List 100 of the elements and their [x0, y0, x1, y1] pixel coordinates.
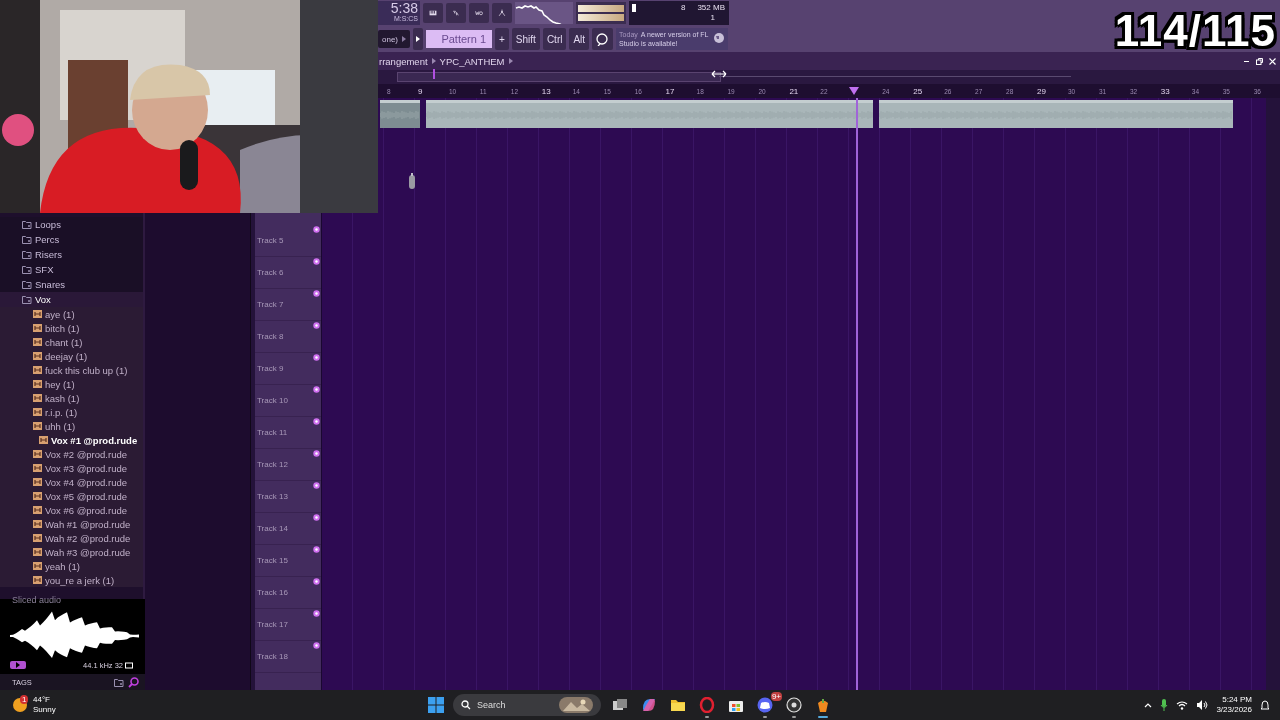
browser-file[interactable]: Vox #2 @prod.rude — [0, 447, 143, 461]
loop-icon — [125, 662, 133, 669]
record-icon[interactable] — [786, 697, 802, 713]
browser-file[interactable]: Vox #5 @prod.rude — [0, 489, 143, 503]
game-controller-icon[interactable] — [757, 697, 773, 713]
pattern-source-button[interactable]: one) — [378, 30, 410, 48]
browser-file[interactable]: aye (1) — [0, 307, 143, 321]
audio-file-icon — [33, 450, 42, 458]
restore-icon[interactable] — [1256, 57, 1263, 65]
breadcrumb-item[interactable]: rrangement — [379, 55, 428, 67]
audio-file-icon — [33, 534, 42, 542]
bell-icon[interactable] — [1260, 699, 1270, 711]
dot-icon[interactable] — [313, 578, 320, 585]
browser-file[interactable]: Wah #2 @prod.rude — [0, 531, 143, 545]
browser-file[interactable]: bitch (1) — [0, 321, 143, 335]
dot-icon[interactable] — [313, 642, 320, 649]
dot-icon[interactable] — [313, 258, 320, 265]
browser-file[interactable]: Vox #1 @prod.rude — [0, 433, 143, 447]
search-icon — [461, 700, 471, 710]
modifier-key-button[interactable]: Shift — [511, 28, 540, 50]
scrollbar[interactable] — [1266, 98, 1280, 690]
search-icon[interactable] — [128, 676, 139, 688]
dot-icon[interactable] — [313, 514, 320, 521]
folder-icon[interactable] — [670, 697, 686, 713]
playhead-marker-icon[interactable] — [849, 86, 860, 95]
browser-file[interactable]: chant (1) — [0, 335, 143, 349]
play-icon — [416, 36, 420, 42]
folder-icon — [22, 235, 32, 244]
browser-folder[interactable]: SFX — [0, 262, 143, 277]
browser-file[interactable]: Vox #6 @prod.rude — [0, 503, 143, 517]
dot-icon[interactable] — [313, 386, 320, 393]
speaker-icon[interactable] — [1196, 700, 1209, 710]
dot-icon[interactable] — [313, 322, 320, 329]
play-pattern-button[interactable] — [413, 28, 423, 50]
audio-clip[interactable] — [380, 100, 420, 128]
browser-folder[interactable]: Risers — [0, 247, 143, 262]
browser-file[interactable]: hey (1) — [0, 377, 143, 391]
dot-icon[interactable] — [313, 450, 320, 457]
browser-file[interactable]: Wah #1 @prod.rude — [0, 517, 143, 531]
breadcrumb-item[interactable]: YPC_ANTHEM — [439, 55, 505, 67]
dot-icon[interactable] — [313, 418, 320, 425]
step-button[interactable] — [446, 3, 466, 23]
browser-file[interactable]: fuck this club up (1) — [0, 363, 143, 377]
audio-file-icon — [33, 464, 42, 472]
modifier-key-button[interactable]: Alt — [569, 28, 590, 50]
audio-file-icon — [33, 324, 42, 332]
chevron-up-icon[interactable] — [1144, 702, 1153, 708]
oscilloscope-drawing — [515, 2, 573, 24]
cpu-readout: 8 — [681, 3, 686, 12]
browser-folder[interactable]: Vox — [0, 292, 143, 307]
clock-date: 3/23/2026 — [1216, 705, 1252, 715]
browser-file[interactable]: kash (1) — [0, 391, 143, 405]
browser-folder[interactable]: Snares — [0, 277, 143, 292]
browser-file[interactable]: you_re a jerk (1) — [0, 573, 143, 587]
audio-clip[interactable] — [879, 100, 1233, 128]
caret-icon — [402, 36, 406, 42]
modifier-key-button[interactable]: Ctrl — [542, 28, 567, 50]
browser-file[interactable]: uhh (1) — [0, 419, 143, 433]
browser-folder[interactable]: Percs — [0, 232, 143, 247]
audio-clip[interactable] — [426, 100, 873, 128]
keyboard-button[interactable] — [423, 3, 443, 23]
globe-icon — [714, 33, 725, 43]
folder-icon — [114, 677, 124, 687]
dot-icon[interactable] — [313, 226, 320, 233]
windows-start-icon[interactable] — [428, 697, 444, 713]
ring-icon[interactable] — [699, 697, 715, 713]
browser-file[interactable]: yeah (1) — [0, 559, 143, 573]
dot-icon[interactable] — [313, 610, 320, 617]
browser-file[interactable]: Wah #3 @prod.rude — [0, 545, 143, 559]
audio-file-icon — [33, 478, 42, 486]
search-field[interactable]: Search — [453, 694, 601, 716]
dot-icon[interactable] — [313, 290, 320, 297]
audio-file-icon — [33, 520, 42, 528]
dot-icon[interactable] — [313, 354, 320, 361]
browser-folder[interactable]: Loops — [0, 217, 143, 232]
task-view-icon[interactable] — [612, 697, 628, 713]
browser-file[interactable]: Vox #4 @prod.rude — [0, 475, 143, 489]
ruler-label: 9 — [417, 86, 423, 96]
swirl-icon[interactable] — [641, 697, 657, 713]
chat-button[interactable] — [592, 28, 614, 50]
pattern-selector[interactable]: Pattern 1 — [426, 30, 492, 48]
preview-play-button[interactable] — [10, 661, 26, 669]
browser-file[interactable]: deejay (1) — [0, 349, 143, 363]
ruler-label: 33 — [1160, 86, 1170, 96]
loop-button[interactable] — [469, 3, 489, 23]
microphone-icon[interactable] — [1160, 699, 1169, 711]
ruler-label: 25 — [913, 86, 923, 96]
wifi-icon[interactable] — [1176, 700, 1189, 710]
speech-bubble-icon — [596, 32, 610, 46]
add-pattern-button[interactable]: + — [495, 28, 509, 50]
dot-icon[interactable] — [313, 482, 320, 489]
fork-button[interactable] — [492, 3, 512, 23]
dot-icon[interactable] — [313, 546, 320, 553]
browser-file[interactable]: r.i.p. (1) — [0, 405, 143, 419]
chevron-icon — [431, 58, 436, 64]
close-icon[interactable] — [1269, 57, 1276, 65]
fruit-icon[interactable] — [815, 697, 831, 713]
handle-icon — [408, 173, 416, 191]
browser-file[interactable]: Vox #3 @prod.rude — [0, 461, 143, 475]
audio-file-icon — [33, 352, 42, 360]
